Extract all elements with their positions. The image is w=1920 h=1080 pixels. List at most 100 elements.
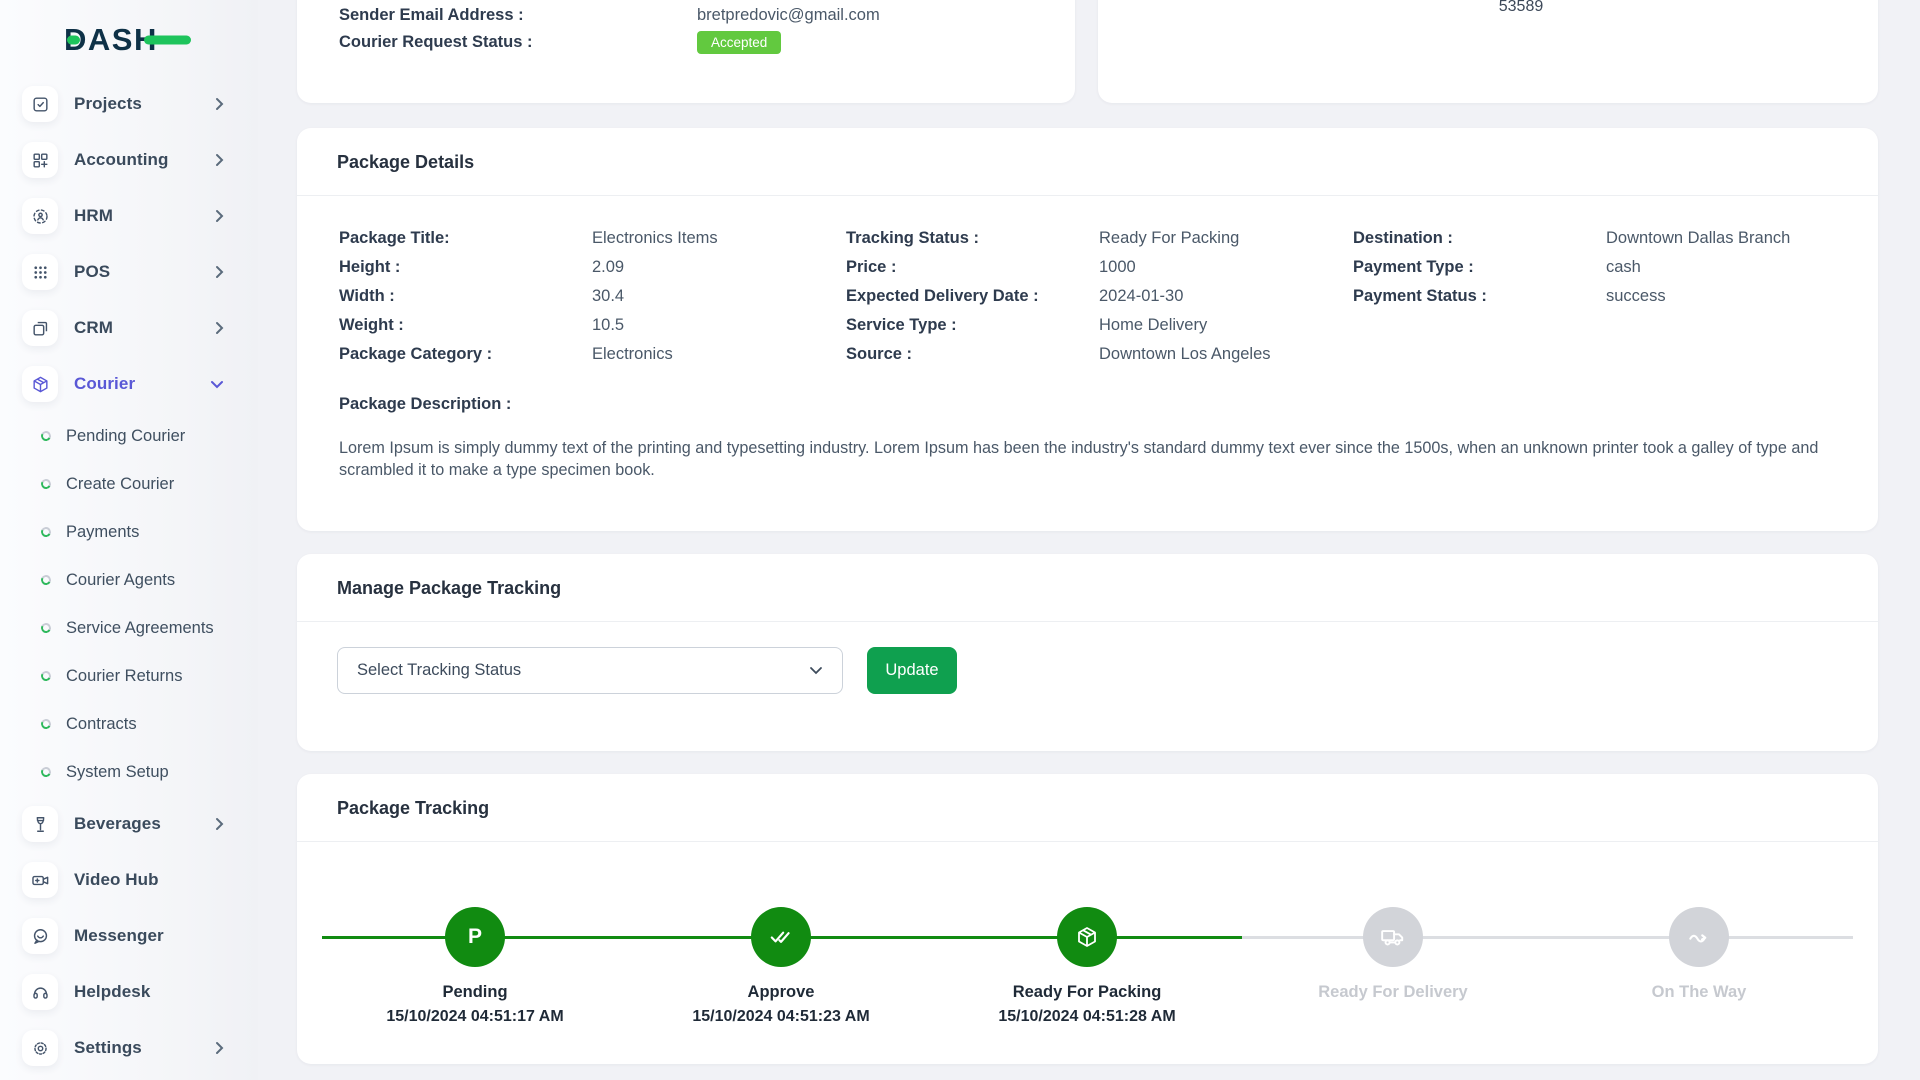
- package-details-body: Package Title: Electronics Items Height …: [297, 196, 1878, 531]
- field-row: Package Title: Electronics Items: [339, 224, 846, 253]
- field-label: Tracking Status :: [846, 229, 979, 247]
- step-name: Ready For Delivery: [1318, 983, 1468, 1001]
- sidebar-subitem-label: Service Agreements: [66, 618, 214, 637]
- chevron-right-icon: [215, 153, 224, 167]
- app-logo[interactable]: DASH: [0, 0, 258, 76]
- sidebar-item-hrm[interactable]: HRM: [0, 188, 258, 244]
- details-column-2: Tracking Status : Ready For Packing Pric…: [846, 224, 1353, 369]
- sidebar-subitem-label: Payments: [66, 522, 140, 541]
- route-squiggle-icon: [1669, 907, 1729, 967]
- tracking-status-select[interactable]: Select Tracking Status: [337, 647, 843, 694]
- step-timestamp: 15/10/2024 04:51:23 AM: [692, 1008, 870, 1025]
- sidebar-item-label: Beverages: [74, 814, 161, 833]
- package-box-icon: [22, 366, 58, 402]
- package-details-title: Package Details: [297, 128, 1878, 196]
- field-row: Payment Status : success: [1353, 282, 1836, 311]
- sidebar-item-accounting[interactable]: Accounting: [0, 132, 258, 188]
- sidebar-subitem-label: System Setup: [66, 762, 169, 781]
- dash-logo-icon: DASH: [64, 22, 191, 57]
- sidebar-item-projects[interactable]: Projects: [0, 76, 258, 132]
- field-row: Price : 1000: [846, 253, 1353, 282]
- chevron-right-icon: [215, 321, 224, 335]
- sidebar-subitem-courier-agents[interactable]: Courier Agents: [0, 556, 258, 604]
- bullet-icon: [39, 573, 53, 587]
- sidebar-item-messenger[interactable]: Messenger: [0, 908, 258, 964]
- field-label: Weight :: [339, 316, 404, 334]
- field-label: Source :: [846, 345, 913, 363]
- details-column-3: Destination : Downtown Dallas Branch Pay…: [1353, 224, 1836, 369]
- field-row: Service Type : Home Delivery: [846, 311, 1353, 340]
- sidebar-item-courier[interactable]: Courier: [0, 356, 258, 412]
- package-box-icon: [1057, 907, 1117, 967]
- sidebar-item-settings[interactable]: Settings: [0, 1020, 258, 1076]
- field-label: Package Category :: [339, 345, 493, 363]
- field-row: Width : 30.4: [339, 282, 846, 311]
- sidebar: DASH Projects Accounting HRM POS CRM Cou…: [0, 0, 258, 1080]
- field-label: Payment Type :: [1353, 258, 1474, 276]
- field-value: Electronics: [592, 345, 673, 363]
- field-value: Downtown Dallas Branch: [1606, 229, 1791, 247]
- video-camera-icon: [22, 862, 58, 898]
- package-details-card: Package Details Package Title: Electroni…: [297, 128, 1878, 531]
- wine-glass-icon: [22, 806, 58, 842]
- sidebar-item-beverages[interactable]: Beverages: [0, 796, 258, 852]
- sidebar-subitem-contracts[interactable]: Contracts: [0, 700, 258, 748]
- sidebar-item-helpdesk[interactable]: Helpdesk: [0, 964, 258, 1020]
- chat-bubble-icon: [22, 918, 58, 954]
- tracking-timeline: P Pending 15/10/2024 04:51:17 AM Approve…: [322, 842, 1853, 1062]
- field-row: Destination : Downtown Dallas Branch: [1353, 224, 1836, 253]
- sidebar-item-label: Messenger: [74, 926, 164, 945]
- package-tracking-title: Package Tracking: [297, 774, 1878, 842]
- field-row: Tracking Status : Ready For Packing: [846, 224, 1353, 253]
- dots-grid-icon: [22, 254, 58, 290]
- sidebar-subitem-system-setup[interactable]: System Setup: [0, 748, 258, 796]
- headphones-icon: [22, 974, 58, 1010]
- field-label: Service Type :: [846, 316, 957, 334]
- bullet-icon: [39, 525, 53, 539]
- field-value: Ready For Packing: [1099, 229, 1240, 247]
- sidebar-subitem-service-agreements[interactable]: Service Agreements: [0, 604, 258, 652]
- bullet-icon: [39, 669, 53, 683]
- sidebar-subitem-courier-returns[interactable]: Courier Returns: [0, 652, 258, 700]
- letter-p-icon: P: [445, 907, 505, 967]
- sidebar-subitem-payments[interactable]: Payments: [0, 508, 258, 556]
- field-value: cash: [1606, 258, 1641, 276]
- field-row: Payment Type : cash: [1353, 253, 1836, 282]
- courier-request-card: Sender Email Address : bretpredovic@gmai…: [297, 0, 1075, 103]
- sidebar-subitem-label: Courier Returns: [66, 666, 183, 685]
- sidebar-subitem-pending-courier[interactable]: Pending Courier: [0, 412, 258, 460]
- package-tracking-card: Package Tracking P Pending 15/10/2024 04…: [297, 774, 1878, 1064]
- field-label: Height :: [339, 258, 401, 276]
- step-name: Approve: [747, 983, 815, 1001]
- sidebar-item-pos[interactable]: POS: [0, 244, 258, 300]
- sidebar-subitem-label: Pending Courier: [66, 426, 186, 445]
- sidebar-subitem-label: Courier Agents: [66, 570, 176, 589]
- chevron-right-icon: [215, 265, 224, 279]
- bullet-icon: [39, 717, 53, 731]
- sidebar-item-video-hub[interactable]: Video Hub: [0, 852, 258, 908]
- barcode-card: 53589: [1098, 0, 1878, 103]
- sidebar-item-label: Projects: [74, 94, 142, 113]
- field-value: 1000: [1099, 258, 1136, 276]
- category-grid-icon: [22, 142, 58, 178]
- main-content: Sender Email Address : bretpredovic@gmai…: [258, 0, 1920, 1064]
- request-status-row: Courier Request Status : Accepted: [339, 31, 1045, 54]
- package-details-fields: Package Title: Electronics Items Height …: [339, 224, 1836, 369]
- chevron-right-icon: [215, 97, 224, 111]
- top-cards-row: Sender Email Address : bretpredovic@gmai…: [297, 0, 1878, 103]
- sidebar-nav: Projects Accounting HRM POS CRM Courier …: [0, 76, 258, 1076]
- sender-email-label: Sender Email Address :: [339, 6, 524, 24]
- timeline-step-pending: P Pending 15/10/2024 04:51:17 AM: [322, 842, 628, 1026]
- sidebar-subitem-create-courier[interactable]: Create Courier: [0, 460, 258, 508]
- bullet-icon: [39, 765, 53, 779]
- field-label: Destination :: [1353, 229, 1453, 247]
- update-button[interactable]: Update: [867, 647, 957, 694]
- step-name: On The Way: [1651, 983, 1747, 1001]
- sidebar-item-crm[interactable]: CRM: [0, 300, 258, 356]
- bullet-icon: [39, 477, 53, 491]
- field-row: Source : Downtown Los Angeles: [846, 340, 1353, 369]
- double-check-icon: [751, 907, 811, 967]
- field-label: Expected Delivery Date :: [846, 287, 1039, 305]
- step-name: Pending: [442, 983, 508, 1001]
- field-value: Home Delivery: [1099, 316, 1208, 334]
